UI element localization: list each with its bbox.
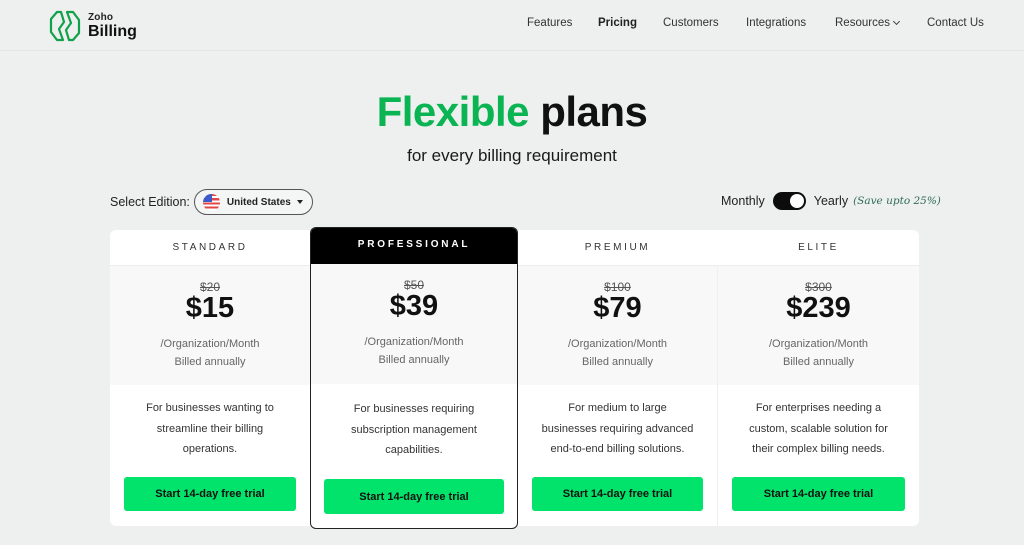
plan-price-area: $50 $39 /Organization/Month Billed annua… bbox=[311, 264, 517, 384]
plan-unit: /Organization/Month bbox=[768, 338, 869, 350]
toggle-knob bbox=[789, 194, 804, 208]
plan-description: For enterprises needing a custom, scalab… bbox=[749, 402, 888, 455]
plan-billing-note: Billed annually bbox=[783, 356, 854, 368]
plan-price: $15 bbox=[185, 292, 235, 324]
plan-price-area: $300 $239 /Organization/Month Billed ann… bbox=[718, 265, 919, 385]
plan-name: PREMIUM bbox=[584, 242, 651, 253]
edition-dropdown[interactable]: United States bbox=[193, 189, 313, 215]
chevron-down-icon bbox=[892, 17, 901, 26]
main-nav: Features Pricing Customers Integrations … bbox=[0, 17, 1024, 33]
page-title: Flexible plans bbox=[0, 88, 1024, 136]
edition-label: Select Edition: bbox=[110, 195, 190, 209]
plan-card-premium: PREMIUM $100 $79 /Organization/Month Bil… bbox=[518, 230, 717, 526]
plan-price: $239 bbox=[786, 292, 851, 324]
nav-features[interactable]: Features bbox=[527, 17, 572, 29]
start-trial-button-elite[interactable]: Start 14-day free trial bbox=[732, 477, 905, 511]
plan-card-elite: ELITE $300 $239 /Organization/Month Bill… bbox=[718, 230, 919, 526]
plan-card-standard: STANDARD $20 $15 /Organization/Month Bil… bbox=[110, 230, 310, 526]
edition-selector: Select Edition: United States bbox=[110, 189, 313, 215]
start-trial-button-professional[interactable]: Start 14-day free trial bbox=[324, 479, 504, 514]
plan-name: STANDARD bbox=[172, 242, 248, 253]
plan-billing-note: Billed annually bbox=[378, 354, 450, 366]
plan-name: PROFESSIONAL bbox=[311, 228, 517, 264]
monthly-label[interactable]: Monthly bbox=[721, 194, 765, 208]
plan-name: ELITE bbox=[798, 242, 839, 253]
billing-period-toggle-group: Monthly Yearly (Save upto 25%) bbox=[721, 192, 941, 210]
nav-pricing[interactable]: Pricing bbox=[598, 17, 637, 29]
edition-selected-value: United States bbox=[226, 196, 291, 208]
nav-customers[interactable]: Customers bbox=[663, 17, 719, 29]
nav-contact-us[interactable]: Contact Us bbox=[927, 17, 984, 29]
page-subtitle: for every billing requirement bbox=[407, 146, 617, 165]
start-trial-button-premium[interactable]: Start 14-day free trial bbox=[532, 477, 703, 511]
plan-price-area: $100 $79 /Organization/Month Billed annu… bbox=[518, 265, 717, 385]
billing-period-toggle[interactable] bbox=[772, 192, 806, 210]
page-title-rest: plans bbox=[540, 88, 648, 135]
site-header: Zoho Billing Features Pricing Customers … bbox=[0, 0, 1024, 51]
save-note: (Save upto 25%) bbox=[853, 195, 941, 207]
plan-card-professional: PROFESSIONAL $50 $39 /Organization/Month… bbox=[310, 227, 518, 529]
page-title-highlight: Flexible bbox=[376, 88, 530, 135]
plan-unit: /Organization/Month bbox=[567, 338, 668, 350]
plan-price-area: $20 $15 /Organization/Month Billed annua… bbox=[110, 265, 310, 385]
nav-integrations[interactable]: Integrations bbox=[746, 17, 806, 29]
plan-unit: /Organization/Month bbox=[364, 336, 464, 348]
start-trial-button-standard[interactable]: Start 14-day free trial bbox=[124, 477, 296, 511]
plan-billing-note: Billed annually bbox=[582, 356, 653, 368]
plan-description: For businesses requiring subscription ma… bbox=[351, 403, 477, 456]
plan-billing-note: Billed annually bbox=[174, 356, 246, 368]
pricing-plans: STANDARD $20 $15 /Organization/Month Bil… bbox=[110, 227, 919, 529]
us-flag-icon bbox=[202, 193, 220, 211]
plan-price: $39 bbox=[389, 290, 439, 322]
nav-resources-label: Resources bbox=[835, 17, 890, 29]
nav-resources[interactable]: Resources bbox=[835, 17, 901, 29]
yearly-label[interactable]: Yearly bbox=[814, 194, 848, 208]
plan-unit: /Organization/Month bbox=[160, 338, 260, 350]
plan-description: For medium to large businesses requiring… bbox=[541, 402, 694, 455]
caret-down-icon bbox=[296, 200, 303, 204]
plan-description: For businesses wanting to streamline the… bbox=[146, 402, 274, 455]
plan-price: $79 bbox=[593, 292, 642, 324]
